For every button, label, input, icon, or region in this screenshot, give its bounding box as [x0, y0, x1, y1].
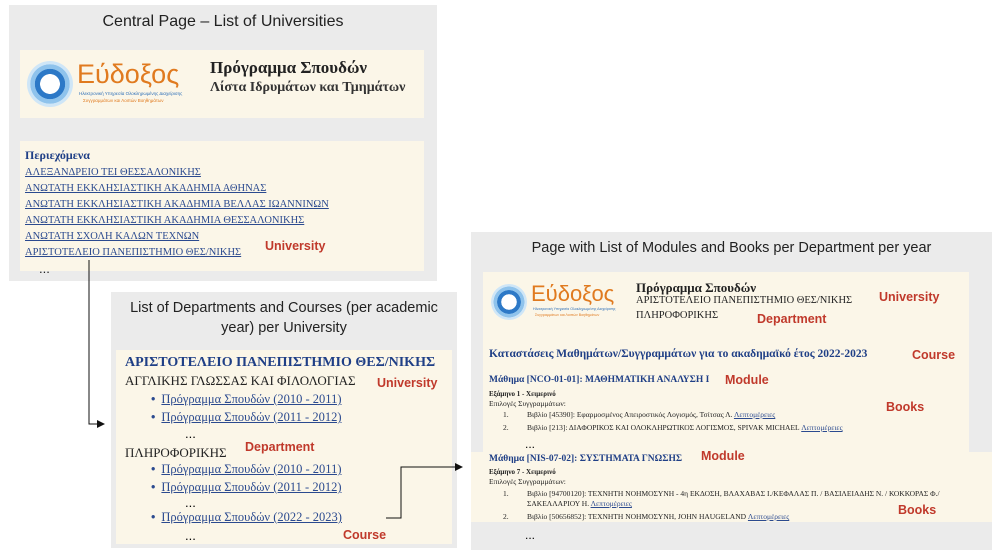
module-title: Μάθημα [NIS-07-02]: ΣΥΣΤΗΜΑΤΑ ΓΝΩΣΗΣ: [489, 454, 683, 464]
eudoxus-logo: Εύδοξος Ηλεκτρονική Υπηρεσία Ολοκληρωμέν…: [27, 57, 197, 113]
book-text: Βιβλίο [50656852]: ΤΕΧΝΗΤΗ ΝΟΗΜΟΣΥΝΗ, JO…: [527, 512, 747, 521]
logo-word: Εύδοξος: [531, 281, 615, 306]
list-ellipsis: ...: [525, 437, 536, 451]
tag-course: Course: [912, 348, 956, 362]
book-text: Βιβλίο [45390]: Εφαρμοσμένος Απειροστικό…: [527, 410, 733, 419]
book-choices-label: Επιλογές Συγγραμμάτων:: [489, 399, 566, 408]
book-number: 1.: [503, 410, 509, 419]
tag-module: Module: [701, 449, 745, 463]
panel-title-line2: year) per University: [221, 320, 347, 336]
tag-course: Course: [343, 528, 387, 542]
list-ellipsis: ...: [525, 528, 536, 542]
central-page-panel: Central Page – List of Universities Εύδο…: [9, 5, 437, 281]
university-link[interactable]: ΑΛΕΞΑΝΔΡΕΙΟ ΤΕΙ ΘΕΣΣΑΛΟΝΙΚΗΣ: [25, 165, 329, 181]
list-ellipsis: ...: [185, 426, 196, 441]
course-list: Πρόγραμμα Σπουδών (2010 - 2011) Πρόγραμμ…: [151, 390, 341, 426]
course-link[interactable]: Πρόγραμμα Σπουδών (2011 - 2012): [161, 480, 341, 494]
modules-panel: Page with List of Modules and Books per …: [471, 232, 992, 550]
department-heading: ΑΓΓΛΙΚΗΣ ΓΛΩΣΣΑΣ ΚΑΙ ΦΙΛΟΛΟΓΙΑΣ: [125, 373, 356, 388]
book-text: Βιβλίο [94700120]: ΤΕΧΝΗΤΗ ΝΟΗΜΟΣΥΝΗ - 4…: [527, 489, 940, 498]
logo-tagline-2: Συγγραμμάτων και Λοιπών Βοηθημάτων: [535, 313, 600, 317]
details-link[interactable]: Λεπτομέρειες: [734, 410, 775, 419]
panel-title: List of Departments and Courses (per aca…: [130, 300, 438, 316]
course-item: Πρόγραμμα Σπουδών (2010 - 2011): [151, 390, 341, 408]
tag-university: University: [265, 239, 326, 253]
university-link[interactable]: ΑΝΩΤΑΤΗ ΕΚΚΛΗΣΙΑΣΤΙΚΗ ΑΚΑΔΗΜΙΑ ΑΘΗΝΑΣ: [25, 181, 329, 197]
course-heading: Καταστάσεις Μαθημάτων/Συγγραμμάτων για τ…: [489, 348, 868, 360]
tag-module: Module: [725, 373, 769, 387]
book-number: 1.: [503, 489, 509, 498]
book-item: 2. Βιβλίο [213]: ΔΙΑΦΟΡΙΚΟΣ ΚΑΙ ΟΛΟΚΛΗΡΩΤ…: [503, 423, 843, 432]
book-text: Βιβλίο [213]: ΔΙΑΦΟΡΙΚΟΣ ΚΑΙ ΟΛΟΚΛΗΡΩΤΙΚ…: [527, 423, 800, 432]
tag-books: Books: [898, 503, 937, 517]
book-item: 2. Βιβλίο [50656852]: ΤΕΧΝΗΤΗ ΝΟΗΜΟΣΥΝΗ, …: [503, 512, 789, 521]
university-heading: ΑΡΙΣΤΟΤΕΛΕΙΟ ΠΑΝΕΠΙΣΤΗΜΙΟ ΘΕΣ/ΝΙΚΗΣ: [125, 355, 436, 370]
tag-university: University: [377, 376, 438, 390]
tag-department: Department: [757, 312, 827, 326]
book-item: 1. Βιβλίο [45390]: Εφαρμοσμένος Απειροστι…: [503, 410, 775, 419]
book-number: 2.: [503, 423, 509, 432]
course-bullet: [151, 510, 161, 524]
course-item: Πρόγραμμα Σπουδών (2022 - 2023): [151, 510, 342, 525]
course-link[interactable]: Πρόγραμμα Σπουδών (2010 - 2011): [161, 392, 341, 406]
list-ellipsis: ...: [185, 495, 196, 510]
details-link[interactable]: Λεπτομέρειες: [748, 512, 789, 521]
semester-label: Εξάμηνο 1 - Χειμερινό: [489, 390, 556, 398]
departments-panel: List of Departments and Courses (per aca…: [111, 292, 457, 548]
header-university: ΑΡΙΣΤΟΤΕΛΕΙΟ ΠΑΝΕΠΙΣΤΗΜΙΟ ΘΕΣ/ΝΙΚΗΣ: [636, 295, 853, 306]
course-list: Πρόγραμμα Σπουδών (2010 - 2011) Πρόγραμμ…: [151, 460, 341, 496]
department-heading: ΠΛΗΡΟΦΟΡΙΚΗΣ: [125, 445, 227, 460]
logo-tagline-1: Ηλεκτρονική Υπηρεσία Ολοκληρωμένης Διαχε…: [79, 91, 183, 96]
header-department: ΠΛΗΡΟΦΟΡΙΚΗΣ: [636, 310, 719, 321]
page-title: Πρόγραμμα Σπουδών: [636, 280, 757, 295]
panel-title: Page with List of Modules and Books per …: [531, 240, 932, 256]
logo-circle-icon: [491, 284, 527, 320]
logo-tagline-1: Ηλεκτρονική Υπηρεσία Ολοκληρωμένης Διαχε…: [533, 307, 616, 311]
semester-label: Εξάμηνο 7 - Χειμερινό: [489, 468, 556, 476]
course-item: Πρόγραμμα Σπουδών (2011 - 2012): [151, 478, 341, 496]
logo-circle-icon: [27, 61, 73, 107]
eudoxus-logo: Εύδοξος Ηλεκτρονική Υπηρεσία Ολοκληρωμέν…: [491, 280, 641, 324]
course-item: Πρόγραμμα Σπουδών (2010 - 2011): [151, 460, 341, 478]
book-text: ΣΑΚΕΛΛΑΡΙΟΥ Η.: [527, 499, 590, 508]
book-number: 2.: [503, 512, 509, 521]
module-title: Μάθημα [NCO-01-01]: ΜΑΘΗΜΑΤΙΚΗ ΑΝΑΛΥΣΗ Ι: [489, 375, 710, 385]
logo-tagline-2: Συγγραμμάτων και Λοιπών Βοηθημάτων: [83, 98, 164, 103]
logo-word: Εύδοξος: [77, 59, 180, 89]
book-item-continued: ΣΑΚΕΛΛΑΡΙΟΥ Η. Λεπτομέρειες: [527, 499, 632, 508]
university-link[interactable]: ΑΝΩΤΑΤΗ ΕΚΚΛΗΣΙΑΣΤΙΚΗ ΑΚΑΔΗΜΙΑ ΘΕΣΣΑΛΟΝΙ…: [25, 213, 329, 229]
page-title: Πρόγραμμα Σπουδών: [210, 58, 367, 77]
university-link[interactable]: ΑΝΩΤΑΤΗ ΕΚΚΛΗΣΙΑΣΤΙΚΗ ΑΚΑΔΗΜΙΑ ΒΕΛΛΑΣ ΙΩ…: [25, 197, 329, 213]
course-link-selected[interactable]: Πρόγραμμα Σπουδών (2022 - 2023): [161, 510, 342, 524]
arrow-university-to-departments: [88, 260, 105, 428]
tag-department: Department: [245, 440, 315, 454]
course-link[interactable]: Πρόγραμμα Σπουδών (2011 - 2012): [161, 410, 341, 424]
book-choices-label: Επιλογές Συγγραμμάτων:: [489, 477, 566, 486]
details-link[interactable]: Λεπτομέρειες: [591, 499, 632, 508]
course-link[interactable]: Πρόγραμμα Σπουδών (2010 - 2011): [161, 462, 341, 476]
course-item: Πρόγραμμα Σπουδών (2011 - 2012): [151, 408, 341, 426]
panel-title: Central Page – List of Universities: [102, 13, 344, 30]
tag-university: University: [879, 290, 940, 304]
list-ellipsis: ...: [185, 528, 196, 543]
page-subtitle: Λίστα Ιδρυμάτων και Τμημάτων: [210, 80, 406, 95]
list-ellipsis: ...: [39, 261, 50, 276]
book-item: 1. Βιβλίο [94700120]: ΤΕΧΝΗΤΗ ΝΟΗΜΟΣΥΝΗ -…: [503, 489, 983, 498]
tag-books: Books: [886, 400, 925, 414]
contents-label: Περιεχόμενα: [25, 148, 90, 162]
details-link[interactable]: Λεπτομέρειες: [801, 423, 842, 432]
